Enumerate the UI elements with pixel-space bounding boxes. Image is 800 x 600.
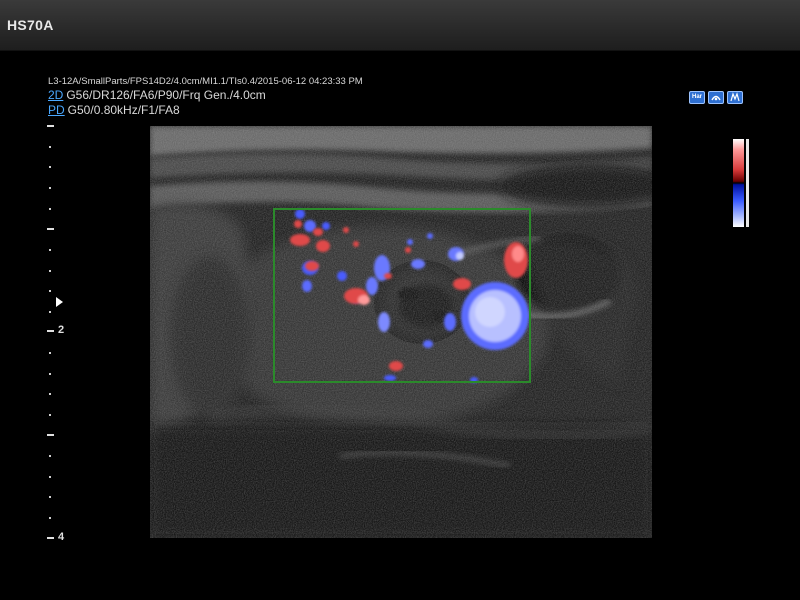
depth-label-4: 4 [58, 531, 65, 543]
color-roi-box[interactable] [273, 208, 531, 383]
depth-tick [49, 187, 51, 189]
depth-tick-major [47, 228, 54, 230]
depth-tick [49, 414, 51, 416]
depth-tick [49, 352, 51, 354]
title-bar: HS70A [0, 0, 800, 51]
depth-label-2: 2 [58, 324, 65, 336]
pd-mode-icon [727, 91, 743, 104]
depth-tick-major [47, 330, 54, 332]
depth-tick [49, 476, 51, 478]
depth-tick-major [47, 537, 54, 539]
depth-tick [49, 373, 51, 375]
ultrasound-screen: HS70A L3-12A/SmallParts/FPS14D2/4.0cm/MI… [0, 0, 800, 600]
color-scale-indicator [746, 139, 749, 227]
depth-tick [49, 270, 51, 272]
depth-tick [49, 496, 51, 498]
status-icons: Har [689, 91, 743, 104]
depth-tick [49, 393, 51, 395]
probe-icon [708, 91, 724, 104]
power-doppler-color-scale [733, 139, 744, 227]
depth-tick [49, 146, 51, 148]
depth-tick [49, 166, 51, 168]
mode-2d-tag[interactable]: 2D [48, 88, 63, 102]
depth-tick [49, 311, 51, 313]
mode-pd-tag[interactable]: PD [48, 103, 65, 117]
harmonic-icon: Har [689, 91, 705, 104]
mode-pd-info: PD G50/0.80kHz/F1/FA8 [48, 103, 180, 117]
mode-pd-params: G50/0.80kHz/F1/FA8 [67, 103, 180, 117]
depth-tick [49, 290, 51, 292]
depth-tick-major [47, 125, 54, 127]
depth-tick [49, 517, 51, 519]
depth-tick [49, 249, 51, 251]
probe-info: L3-12A/SmallParts/FPS14D2/4.0cm/MI1.1/TI… [48, 76, 363, 87]
mode-2d-params: G56/DR126/FA6/P90/Frq Gen./4.0cm [66, 88, 266, 102]
depth-tick-major [47, 434, 54, 436]
focus-marker[interactable] [56, 297, 63, 307]
mode-2d-info: 2D G56/DR126/FA6/P90/Frq Gen./4.0cm [48, 88, 266, 102]
depth-tick [49, 208, 51, 210]
depth-tick [49, 455, 51, 457]
device-name: HS70A [7, 17, 54, 33]
